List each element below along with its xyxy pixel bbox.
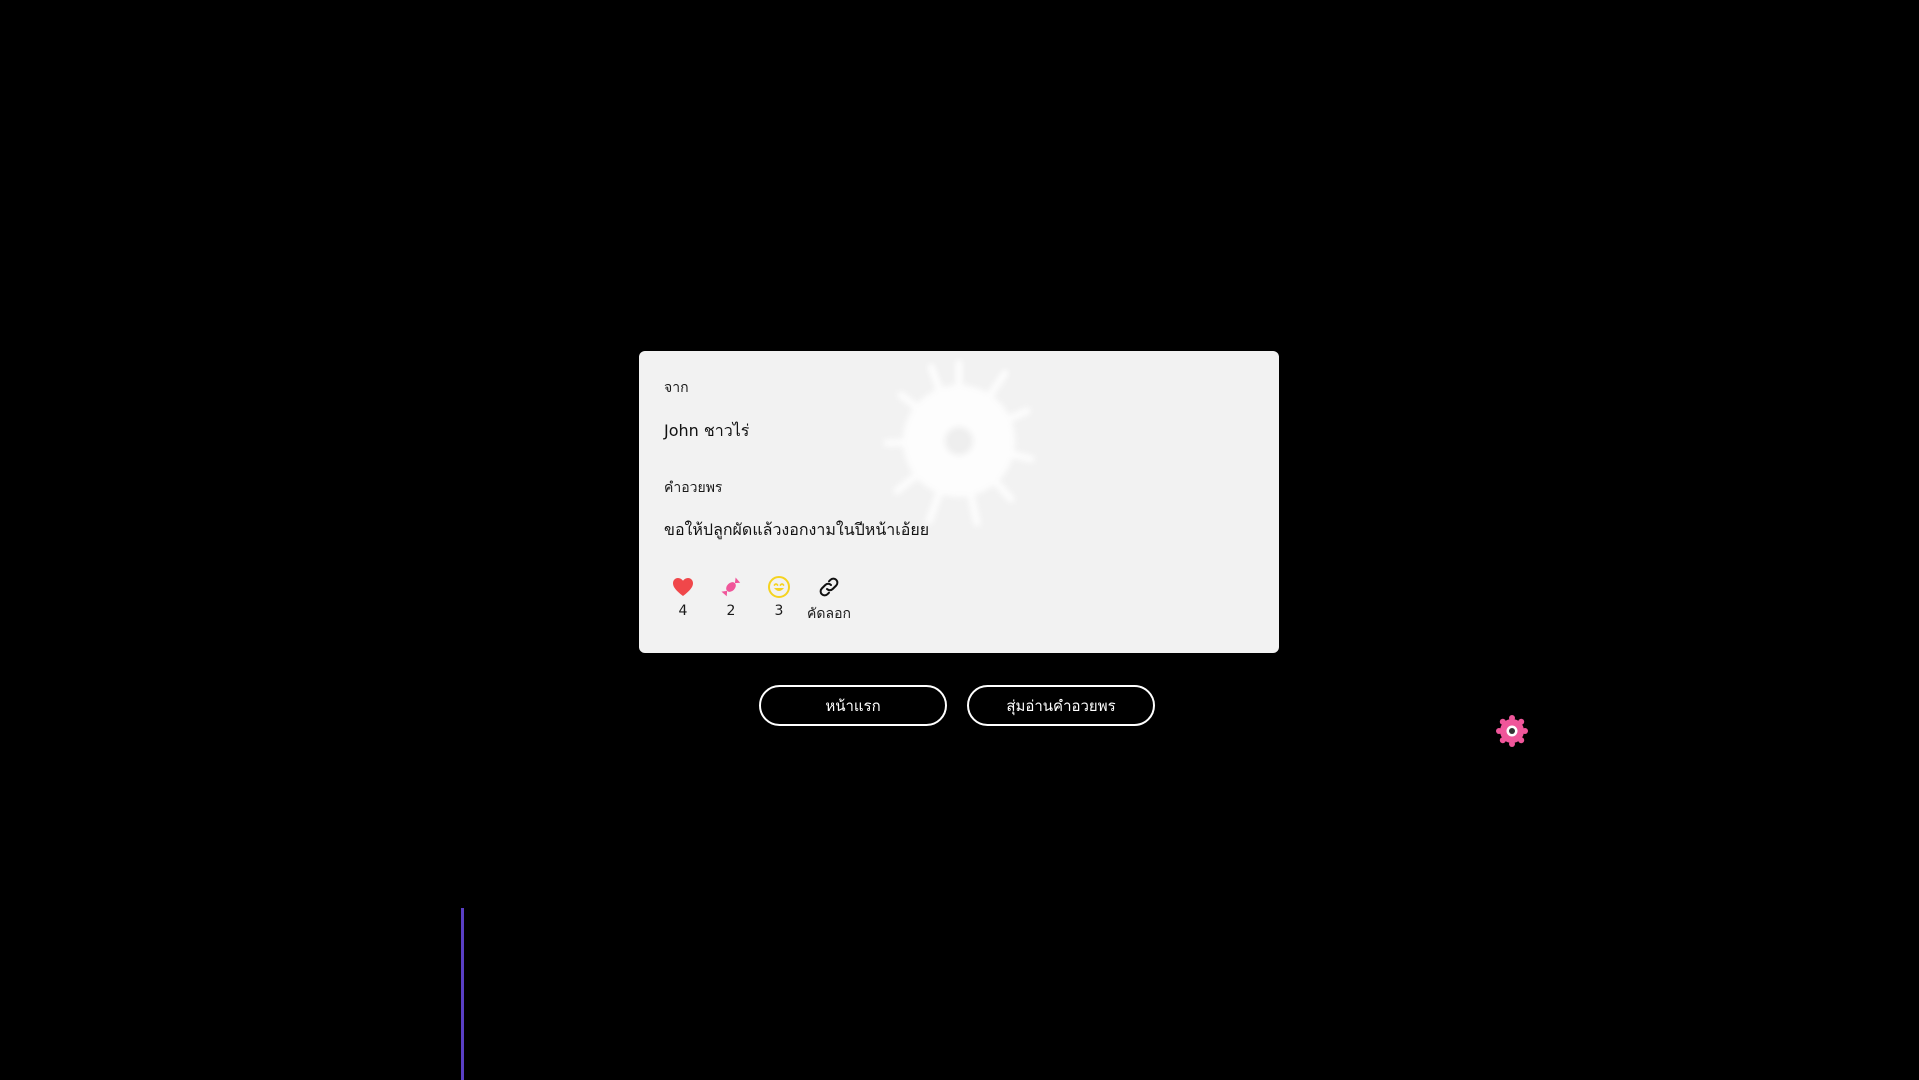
random-blessing-button[interactable]: สุ่มอ่านคำอวยพร bbox=[967, 685, 1155, 726]
blessing-card: จาก John ชาวไร่ คำอวยพร ขอให้ปลูกผัดแล้ว… bbox=[639, 351, 1279, 653]
blessing-text: ขอให้ปลูกผัดแล้วงอกงามในปีหน้าเอ้ยย bbox=[664, 520, 930, 539]
candy-count: 2 bbox=[726, 603, 736, 619]
copy-link-button[interactable]: คัดลอก bbox=[803, 575, 855, 625]
candy-icon bbox=[721, 577, 741, 597]
link-icon bbox=[819, 577, 839, 597]
reaction-bar: 4 2 3 คัดลอก bbox=[659, 575, 855, 625]
purple-divider-line bbox=[461, 908, 464, 1080]
page: จาก John ชาวไร่ คำอวยพร ขอให้ปลูกผัดแล้ว… bbox=[0, 0, 1919, 1080]
smile-reaction-button[interactable]: 3 bbox=[755, 575, 803, 625]
from-label: จาก bbox=[664, 380, 689, 396]
heart-count: 4 bbox=[678, 603, 688, 619]
flower-watermark-icon bbox=[883, 359, 1035, 527]
heart-reaction-button[interactable]: 4 bbox=[659, 575, 707, 625]
heart-icon bbox=[673, 578, 693, 596]
copy-label: คัดลอก bbox=[807, 606, 851, 622]
from-name: John ชาวไร่ bbox=[664, 421, 750, 440]
candy-reaction-button[interactable]: 2 bbox=[707, 575, 755, 625]
home-button[interactable]: หน้าแรก bbox=[759, 685, 947, 726]
smile-count: 3 bbox=[774, 603, 784, 619]
pink-flower-icon bbox=[1496, 715, 1528, 747]
blessing-label: คำอวยพร bbox=[664, 480, 723, 496]
smile-icon bbox=[768, 576, 790, 598]
